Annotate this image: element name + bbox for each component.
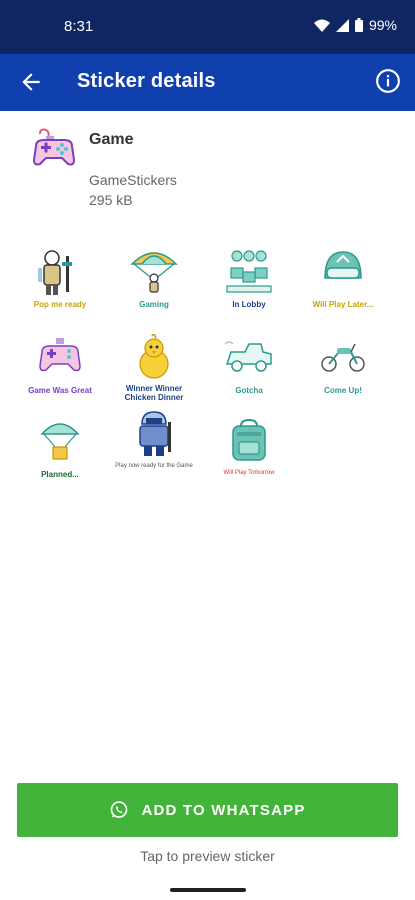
helmet-icon (324, 251, 362, 279)
sticker-caption: Will Play Later... (312, 300, 374, 309)
pack-gamepad-icon (32, 128, 76, 166)
home-gesture-handle[interactable] (170, 888, 246, 892)
info-icon[interactable] (375, 68, 401, 94)
sticker-caption: Gotcha (235, 386, 263, 395)
sticker-item[interactable]: Will Play Later... (301, 248, 385, 322)
sticker-item[interactable]: Game Was Great (18, 334, 102, 408)
gamepad-icon (39, 338, 81, 372)
sticker-item[interactable]: Gotcha (207, 334, 291, 408)
sticker-caption: Pop me ready (33, 300, 87, 309)
sticker-item[interactable]: Planned... (18, 418, 102, 492)
sticker-item[interactable]: Will Play Tomorrow (207, 418, 291, 492)
whatsapp-icon (111, 801, 128, 818)
sticker-item[interactable]: Pop me ready (18, 248, 102, 322)
parachute-icon (130, 252, 178, 293)
player-icon (139, 411, 171, 456)
sticker-caption: Planned... (41, 470, 79, 479)
app-bar: Sticker details (0, 54, 415, 111)
pack-name: Game (89, 131, 134, 148)
add-to-whatsapp-button[interactable]: ADD TO WHATSAPP (17, 783, 398, 837)
sticker-item[interactable]: Gaming (112, 248, 196, 322)
sticker-item[interactable]: Play now ready for the Game (112, 410, 196, 484)
chicken-icon (139, 334, 169, 379)
back-arrow-icon[interactable] (18, 69, 44, 95)
squad-icon (226, 250, 272, 293)
signal-icon (335, 18, 349, 32)
soldier-icon (38, 250, 72, 295)
sticker-caption: Play now ready for the Game (115, 463, 193, 469)
status-bar: 8:31 99% (0, 0, 415, 54)
battery-percent: 99% (368, 17, 397, 33)
sticker-item[interactable]: Come Up! (301, 334, 385, 408)
battery-icon (354, 18, 363, 32)
jeep-icon (224, 341, 272, 372)
sticker-caption: Will Play Tomorrow (223, 470, 275, 476)
status-time: 8:31 (64, 18, 94, 35)
add-to-whatsapp-label: ADD TO WHATSAPP (141, 801, 306, 819)
status-icons: 99% (313, 17, 397, 33)
sticker-caption: In Lobby (232, 300, 266, 309)
sticker-item[interactable]: In Lobby (207, 248, 291, 322)
backpack-icon (232, 418, 266, 461)
sticker-item[interactable]: Winner Winner Chicken Dinner (112, 334, 196, 408)
sticker-caption: Come Up! (324, 386, 362, 395)
pack-size: 295 kB (89, 192, 133, 208)
sticker-caption: Game Was Great (28, 386, 92, 395)
airdrop-icon (40, 423, 80, 460)
pack-publisher: GameStickers (89, 172, 177, 188)
page-title: Sticker details (77, 70, 216, 92)
motorbike-icon (321, 343, 365, 372)
sticker-caption: Winner Winner Chicken Dinner (124, 384, 184, 402)
wifi-icon (313, 19, 330, 32)
sticker-caption: Gaming (139, 300, 169, 309)
preview-hint: Tap to preview sticker (140, 848, 275, 864)
gesture-nav-bar (0, 880, 415, 900)
